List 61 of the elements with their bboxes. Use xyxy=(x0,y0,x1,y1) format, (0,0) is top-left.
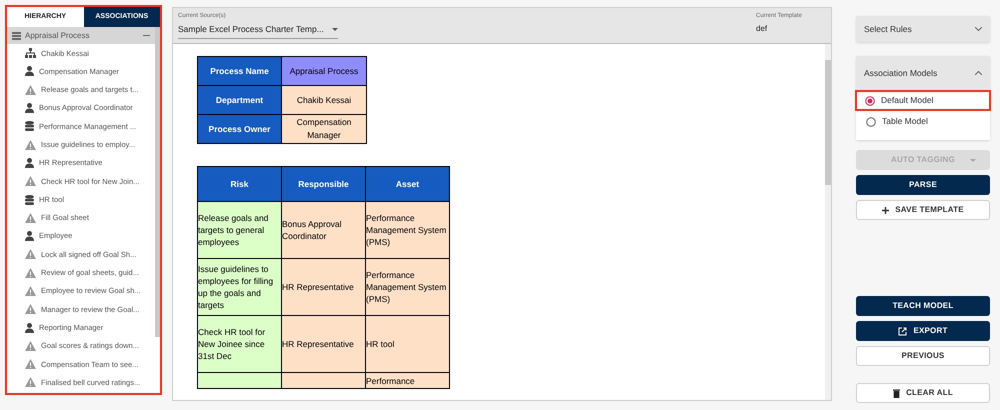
accordion-header[interactable]: Select Rules xyxy=(856,16,990,42)
database-icon xyxy=(25,194,34,205)
export-icon xyxy=(898,326,908,336)
table-cell: Performance Management System (PMS) xyxy=(366,213,446,247)
table-cell: Performance xyxy=(366,376,415,386)
warning-icon xyxy=(25,249,36,260)
list-icon xyxy=(12,32,21,40)
tree-root-label: Appraisal Process xyxy=(25,30,90,42)
table-cell: Issue guidelines to employees for filling up the goals and targets xyxy=(198,264,274,310)
table-cell: Check HR tool for New Joinee since 31st Dec xyxy=(198,327,266,361)
table-cell: Release goals and targets to general employees xyxy=(198,213,268,247)
header-cell: Process Owner xyxy=(198,114,282,144)
action-button[interactable]: PREVIOUS xyxy=(856,346,990,366)
warning-icon xyxy=(25,140,36,150)
radio-option[interactable]: Table Model xyxy=(856,111,990,132)
warning-icon xyxy=(25,84,36,95)
table-cell: HR Representative xyxy=(282,282,354,292)
trash-icon xyxy=(893,388,900,398)
warning-icon xyxy=(25,268,36,278)
person-icon xyxy=(25,66,34,76)
collapse-icon[interactable] xyxy=(143,32,150,39)
table-cell: Performance Management System (PMS) xyxy=(366,270,446,304)
warning-icon xyxy=(25,176,36,186)
warning-icon xyxy=(25,304,36,314)
action-button[interactable]: CLEAR ALL xyxy=(856,383,990,403)
person-icon xyxy=(25,231,34,242)
scrollbar[interactable] xyxy=(155,27,160,337)
plus-icon xyxy=(882,206,890,214)
column-header: Asset xyxy=(366,166,450,202)
scrollbar[interactable] xyxy=(825,44,831,400)
action-button[interactable]: SAVE TEMPLATE xyxy=(856,200,990,220)
person-icon xyxy=(25,158,34,168)
warning-icon xyxy=(25,286,36,296)
header-cell: Department xyxy=(198,86,282,114)
table-cell: Bonus Approval Coordinator xyxy=(282,219,342,241)
action-button[interactable]: PARSE xyxy=(856,175,990,195)
database-icon xyxy=(25,121,34,132)
table-cell: HR Representative xyxy=(282,339,354,349)
warning-icon xyxy=(25,212,36,223)
table-cell: HR tool xyxy=(366,339,394,349)
radio-option[interactable]: Default Model xyxy=(855,90,991,111)
table-cell: Compensation Manager xyxy=(282,114,366,144)
tree-root-row[interactable]: Appraisal Process xyxy=(7,27,155,44)
header-cell: Process Name xyxy=(198,56,282,86)
person-icon xyxy=(25,322,34,333)
action-button[interactable]: EXPORT xyxy=(856,321,990,341)
action-button[interactable]: TEACH MODEL xyxy=(856,296,990,316)
warning-icon xyxy=(25,340,36,351)
hierarchy-icon xyxy=(25,48,36,58)
accordion-header[interactable]: Association Models xyxy=(856,56,990,90)
table-cell: Appraisal Process xyxy=(282,56,366,86)
caret-icon xyxy=(970,158,976,162)
table-cell: Chakib Kessai xyxy=(282,86,366,114)
person-icon xyxy=(25,103,34,114)
column-header: Risk xyxy=(198,166,282,202)
caret-icon xyxy=(332,28,338,31)
column-header: Responsible xyxy=(282,166,366,202)
source-select[interactable]: Sample Excel Process Charter Temp... xyxy=(178,23,338,39)
warning-icon xyxy=(25,359,36,370)
template-value: def xyxy=(756,23,768,35)
warning-icon xyxy=(25,377,36,388)
